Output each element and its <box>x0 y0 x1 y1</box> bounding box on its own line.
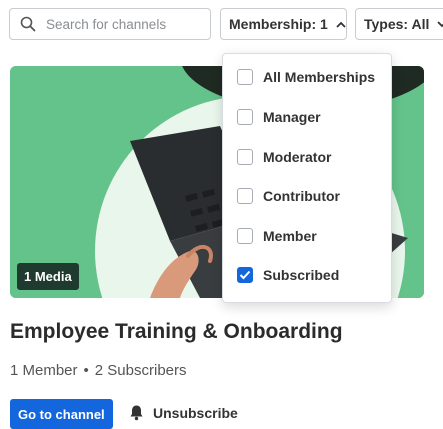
checkbox-checked[interactable] <box>237 267 253 283</box>
option-manager[interactable]: Manager <box>237 109 321 125</box>
option-label: Subscribed <box>263 267 340 283</box>
membership-filter-button[interactable]: Membership: 1 <box>220 8 347 40</box>
types-filter-label: Types: All <box>364 16 430 32</box>
go-to-channel-button[interactable]: Go to channel <box>10 399 113 429</box>
bell-icon <box>128 404 145 421</box>
subscriber-count: 2 Subscribers <box>94 362 187 379</box>
checkmark-icon <box>239 270 251 280</box>
option-label: Manager <box>263 109 321 125</box>
stats-separator: • <box>83 362 89 379</box>
channel-title[interactable]: Employee Training & Onboarding <box>10 320 343 344</box>
search-field[interactable] <box>9 8 211 40</box>
checkbox[interactable] <box>237 149 253 165</box>
option-contributor[interactable]: Contributor <box>237 188 340 204</box>
option-label: Contributor <box>263 188 340 204</box>
chevron-up-icon <box>336 21 346 28</box>
channel-stats: 1 Member • 2 Subscribers <box>10 362 187 379</box>
option-member[interactable]: Member <box>237 228 317 244</box>
option-moderator[interactable]: Moderator <box>237 149 331 165</box>
search-input[interactable] <box>44 15 198 33</box>
search-icon <box>20 16 36 32</box>
checkbox[interactable] <box>237 109 253 125</box>
chevron-down-icon <box>437 20 443 28</box>
member-count: 1 Member <box>10 362 78 379</box>
option-label: Moderator <box>263 149 332 165</box>
membership-dropdown-menu: All Memberships Manager Moderator Contri… <box>222 53 392 303</box>
option-label: All Memberships <box>263 69 376 85</box>
option-subscribed[interactable]: Subscribed <box>237 267 339 283</box>
option-all-memberships[interactable]: All Memberships <box>237 69 375 85</box>
types-filter-button[interactable]: Types: All <box>355 8 443 40</box>
checkbox[interactable] <box>237 188 253 204</box>
membership-filter-label: Membership: 1 <box>229 16 328 32</box>
media-count-badge: 1 Media <box>17 263 79 290</box>
unsubscribe-label: Unsubscribe <box>153 404 238 421</box>
unsubscribe-button[interactable]: Unsubscribe <box>128 404 238 421</box>
checkbox[interactable] <box>237 228 253 244</box>
option-label: Member <box>263 228 317 244</box>
checkbox[interactable] <box>237 69 253 85</box>
